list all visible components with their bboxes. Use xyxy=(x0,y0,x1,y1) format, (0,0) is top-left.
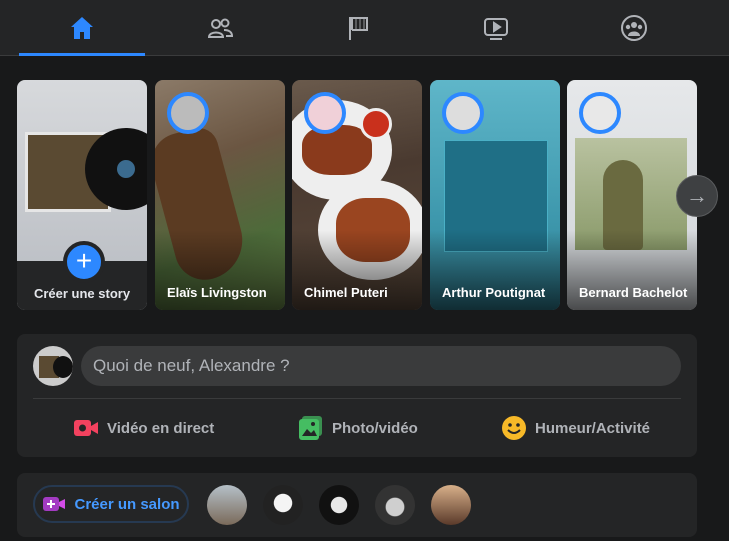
tab-groups[interactable] xyxy=(571,0,697,55)
create-room-button[interactable]: Créer un salon xyxy=(33,485,189,523)
stories-next-button[interactable]: → xyxy=(676,175,718,217)
live-video-icon xyxy=(74,420,98,436)
home-icon xyxy=(71,16,93,39)
tab-home[interactable] xyxy=(19,0,145,56)
story-avatar xyxy=(304,92,346,134)
story-card[interactable]: Elaïs Livingston xyxy=(155,80,285,310)
create-room-label: Créer un salon xyxy=(74,495,180,513)
story-avatar xyxy=(579,92,621,134)
video-room-icon xyxy=(43,497,66,511)
post-composer: Quoi de neuf, Alexandre ? Vidéo en direc… xyxy=(17,334,697,457)
flag-icon xyxy=(349,16,368,40)
friends-icon xyxy=(207,18,234,38)
sauce-bowl-shape xyxy=(360,108,392,140)
top-navigation xyxy=(0,0,729,56)
story-avatar xyxy=(442,92,484,134)
photo-icon xyxy=(299,416,322,440)
live-video-label: Vidéo en direct xyxy=(107,419,215,437)
story-card[interactable]: Arthur Poutignat xyxy=(430,80,560,310)
tab-friends[interactable] xyxy=(157,0,283,55)
divider xyxy=(33,398,681,399)
rooms-bar: Créer un salon xyxy=(17,473,697,537)
groups-icon xyxy=(621,14,647,41)
emoji-icon xyxy=(502,416,526,440)
story-author-name: Elaïs Livingston xyxy=(167,285,267,300)
photo-video-label: Photo/vidéo xyxy=(332,419,418,437)
avatar[interactable] xyxy=(375,485,415,525)
photo-video-button[interactable]: Photo/vidéo xyxy=(298,408,418,448)
feeling-activity-label: Humeur/Activité xyxy=(535,419,651,437)
tab-pages[interactable] xyxy=(295,0,421,55)
avatar[interactable] xyxy=(431,485,471,525)
create-story-footer: + Créer une story xyxy=(17,241,147,310)
video-play-icon xyxy=(484,17,508,40)
story-card[interactable]: Chimel Puteri xyxy=(292,80,422,310)
create-story-label: Créer une story xyxy=(33,286,131,301)
tab-watch[interactable] xyxy=(433,0,559,55)
live-video-button[interactable]: Vidéo en direct xyxy=(73,408,214,448)
plus-icon[interactable]: + xyxy=(63,241,105,283)
arrow-right-icon: → xyxy=(686,183,708,208)
create-story-card[interactable]: + Créer une story xyxy=(17,80,147,310)
story-avatar xyxy=(167,92,209,134)
avatar[interactable] xyxy=(33,346,73,386)
avatar[interactable] xyxy=(263,485,303,525)
avatar[interactable] xyxy=(319,485,359,525)
story-author-name: Bernard Bachelot xyxy=(579,285,688,300)
story-author-name: Chimel Puteri xyxy=(304,285,388,300)
feeling-activity-button[interactable]: Humeur/Activité xyxy=(501,408,650,448)
avatar[interactable] xyxy=(207,485,247,525)
whats-on-your-mind-input[interactable]: Quoi de neuf, Alexandre ? xyxy=(81,346,681,386)
story-author-name: Arthur Poutignat xyxy=(442,285,546,300)
